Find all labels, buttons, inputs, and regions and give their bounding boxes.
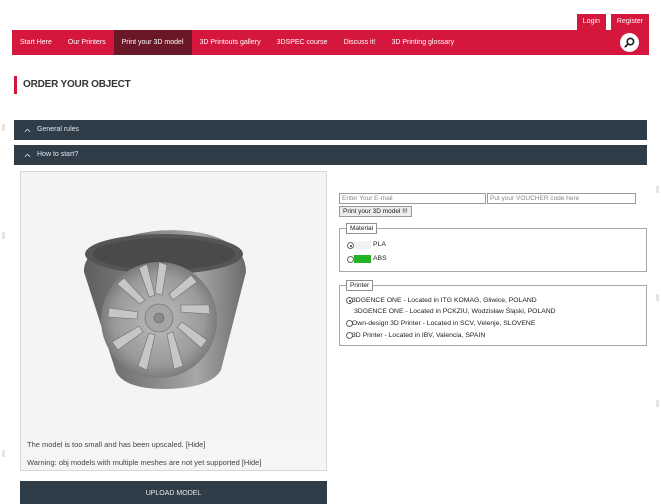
main-nav: Start Here Our Printers Print your 3D mo… xyxy=(12,30,649,55)
side-marker xyxy=(2,450,5,457)
upload-model-button[interactable]: UPLOAD MODEL xyxy=(20,481,327,504)
side-marker xyxy=(656,400,659,407)
side-marker xyxy=(656,186,659,193)
email-input[interactable]: Enter Your E-mail xyxy=(339,193,486,204)
chevron-up-icon xyxy=(24,128,31,132)
material-label-pla: PLA xyxy=(373,241,386,248)
model-viewer[interactable]: The model is too small and has been upsc… xyxy=(20,171,327,471)
search-button[interactable] xyxy=(620,33,639,52)
material-radio-pla[interactable] xyxy=(347,242,354,249)
accordion-label: How to start? xyxy=(37,151,79,158)
model-preview-canvas[interactable] xyxy=(21,172,326,436)
nav-item-our-printers[interactable]: Our Printers xyxy=(60,30,114,55)
printer-legend: Printer xyxy=(346,280,374,291)
nav-item-3d-printouts-gallery[interactable]: 3D Printouts gallery xyxy=(192,30,269,55)
side-marker xyxy=(2,232,5,239)
material-fieldset: Material PLA ABS xyxy=(339,223,647,272)
accordion-label: General rules xyxy=(37,126,80,133)
material-label-abs: ABS xyxy=(373,255,387,262)
model-render xyxy=(83,230,247,389)
printer-label-2[interactable]: 3DGENCE ONE - Located in PCKZIU, Wodzisł… xyxy=(354,307,556,316)
accordion-how-to-start[interactable]: How to start? xyxy=(14,145,647,165)
side-marker xyxy=(656,294,659,301)
nav-item-3dspec-course[interactable]: 3DSPEC course xyxy=(269,30,336,55)
chevron-up-icon xyxy=(24,153,31,157)
accordion-general-rules[interactable]: General rules xyxy=(14,120,647,140)
printer-fieldset: Printer 3DGENCE ONE - Located in ITG KOM… xyxy=(339,280,647,346)
pla-color-swatch xyxy=(354,241,371,249)
material-radio-abs[interactable] xyxy=(347,256,354,263)
nav-item-3d-printing-glossary[interactable]: 3D Printing glossary xyxy=(383,30,462,55)
printer-label-1: 3DGENCE ONE - Located in ITG KOMAG, Gliw… xyxy=(352,297,537,304)
register-button[interactable]: Register xyxy=(610,14,649,30)
warning-message: Warning: obj models with multiple meshes… xyxy=(27,458,262,467)
upscale-message: The model is too small and has been upsc… xyxy=(27,440,206,449)
side-marker xyxy=(2,124,5,131)
login-button[interactable]: Login xyxy=(576,14,606,30)
printer-label-3: Own-design 3D Printer - Located in SCV, … xyxy=(352,320,536,327)
nav-item-start-here[interactable]: Start Here xyxy=(12,30,60,55)
nav-item-discuss-it[interactable]: Discuss it! xyxy=(336,30,384,55)
page-title: ORDER YOUR OBJECT xyxy=(14,76,131,94)
abs-color-swatch xyxy=(354,255,371,263)
auth-bar: Login Register xyxy=(576,14,649,30)
printer-label-4: 3D Printer - Located in IBV, Valencia, S… xyxy=(352,332,486,339)
search-icon xyxy=(624,37,635,48)
print-model-button[interactable]: Print your 3D model !!! xyxy=(339,206,412,217)
voucher-input[interactable]: Put your VOUCHER code here xyxy=(487,193,636,204)
material-legend: Material xyxy=(346,223,378,234)
nav-item-print-your-3d-model[interactable]: Print your 3D model xyxy=(113,30,192,55)
